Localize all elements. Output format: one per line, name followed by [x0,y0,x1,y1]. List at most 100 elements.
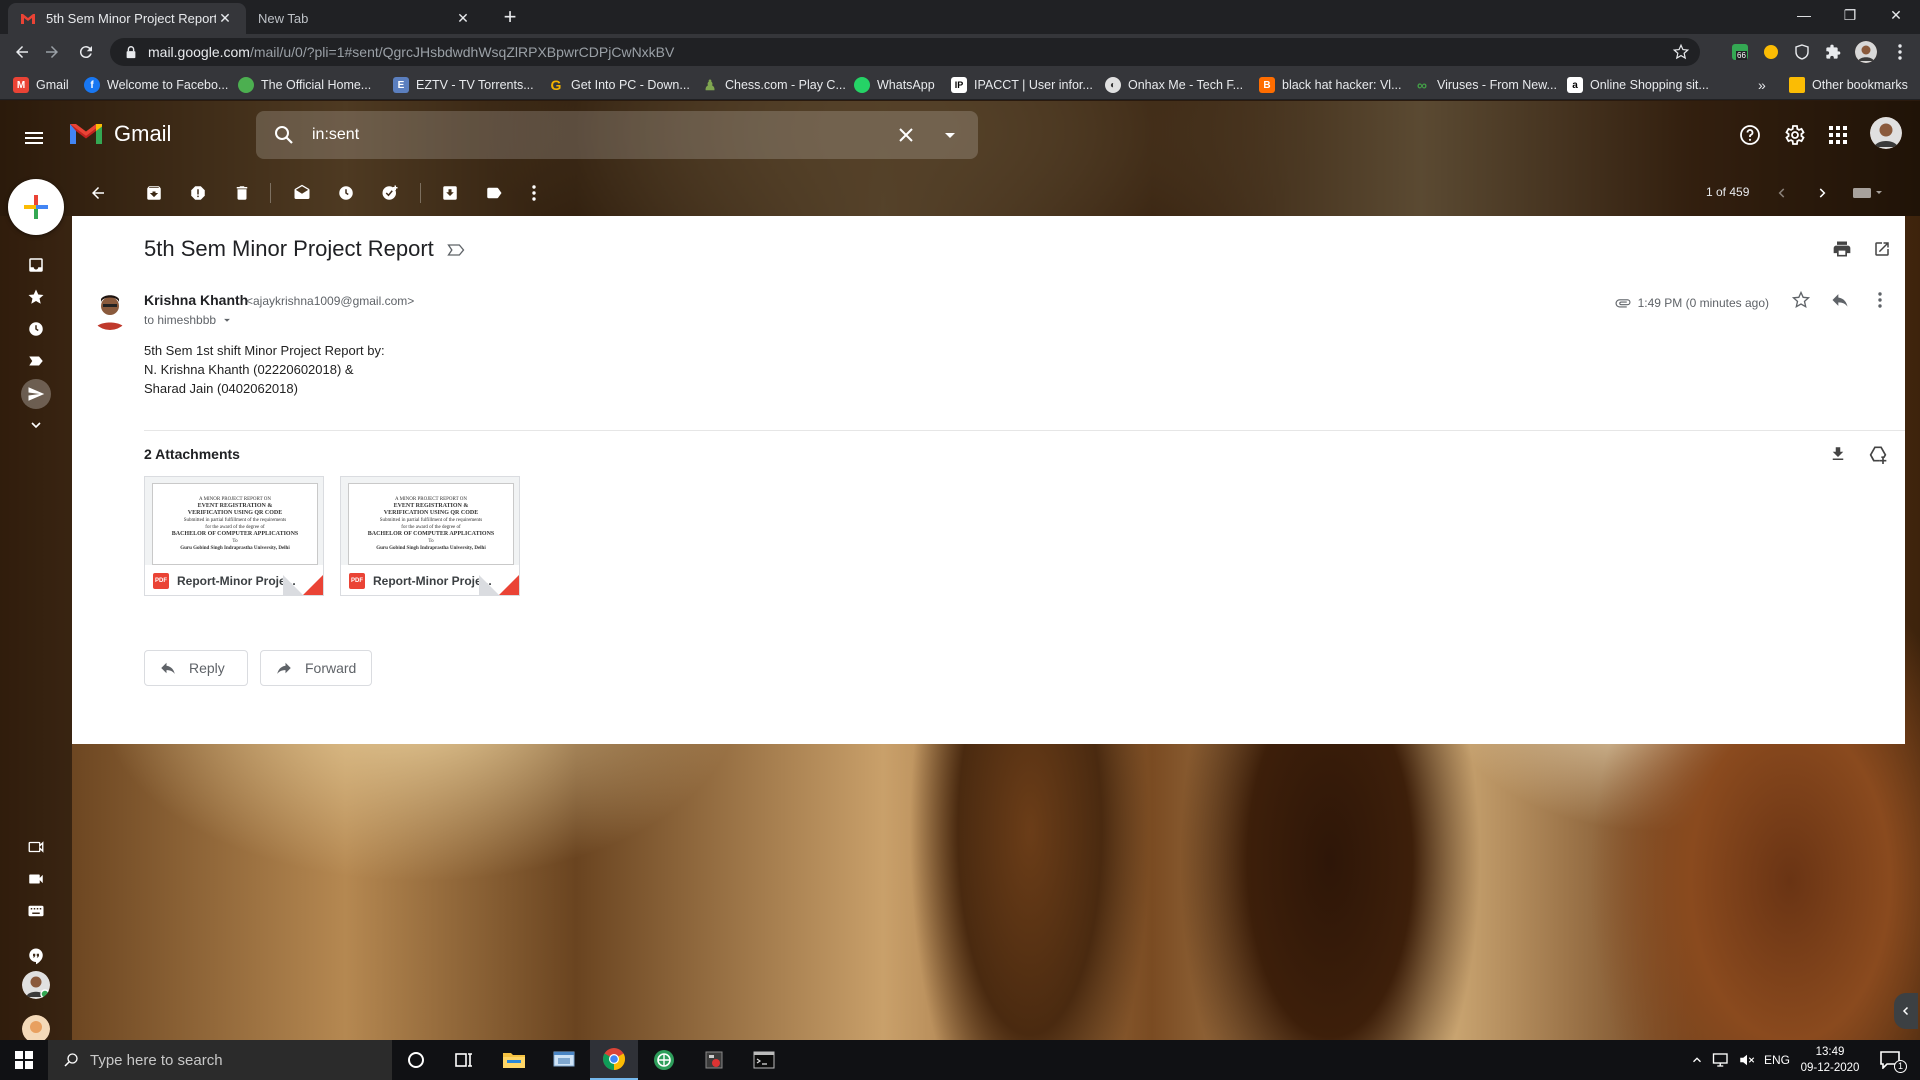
gmail-logo[interactable]: Gmail [68,120,171,148]
main-menu-button[interactable] [22,126,48,152]
bookmark-chess[interactable]: ♟ Chess.com - Play C... [702,76,846,94]
open-new-window-button[interactable] [1871,238,1893,260]
search-options-icon[interactable] [938,123,962,147]
close-tab-icon[interactable]: ✕ [454,10,472,28]
add-to-tasks-button[interactable] [378,181,402,205]
star-message-button[interactable] [1789,288,1813,312]
more-bookmarks-button[interactable]: » [1758,76,1766,94]
meet-new-meeting-button[interactable] [24,835,48,859]
move-to-button[interactable] [438,181,462,205]
archive-button[interactable] [142,181,166,205]
bookmark-star-icon[interactable] [1672,43,1690,61]
delete-button[interactable] [230,181,254,205]
compose-button[interactable] [8,179,64,235]
download-all-button[interactable] [1826,442,1850,466]
bookmark-official-home[interactable]: The Official Home... [238,76,371,94]
save-to-drive-button[interactable] [1866,442,1890,466]
print-all-button[interactable] [1831,238,1853,260]
cortana-button[interactable] [392,1040,440,1080]
tab-gmail[interactable]: 5th Sem Minor Project Report - a ✕ [8,3,246,34]
mark-unread-button[interactable] [290,181,314,205]
restore-button[interactable]: ❐ [1827,0,1873,30]
clear-search-icon[interactable] [894,123,918,147]
task-view-button[interactable] [440,1040,488,1080]
bookmark-viruses[interactable]: ∞ Viruses - From New... [1414,76,1557,94]
bookmark-facebook[interactable]: f Welcome to Facebo... [84,76,228,94]
hangouts-contact-avatar[interactable] [22,971,50,999]
shield-extension-icon[interactable] [1761,42,1781,62]
minimize-button[interactable]: — [1781,0,1827,30]
important-nav[interactable] [24,349,48,373]
extension-counter-icon[interactable]: 66 [1730,42,1750,62]
report-spam-button[interactable] [186,181,210,205]
network-icon[interactable] [1712,1052,1730,1068]
mail-search-bar[interactable]: in:sent [256,111,978,159]
bookmark-eztv[interactable]: E EZTV - TV Torrents... [393,76,534,94]
bookmark-getintopc[interactable]: G Get Into PC - Down... [548,76,690,94]
other-bookmarks-folder[interactable]: Other bookmarks [1789,76,1908,94]
profile-avatar[interactable] [1855,41,1877,63]
input-language[interactable]: ENG [1764,1053,1790,1067]
importance-marker-icon[interactable] [446,240,466,260]
show-details-icon[interactable] [220,313,234,327]
taskbar-search-box[interactable]: Type here to search [48,1040,392,1080]
apps-button[interactable] [1824,121,1852,149]
bookmark-whatsapp[interactable]: WhatsApp [854,76,935,94]
security-extension-icon[interactable] [1792,42,1812,62]
bookmark-shopping[interactable]: a Online Shopping sit... [1567,76,1709,94]
snooze-button[interactable] [334,181,358,205]
snoozed-nav[interactable] [24,317,48,341]
search-input[interactable]: in:sent [312,126,359,144]
close-window-button[interactable]: ✕ [1873,0,1919,30]
forward-button[interactable]: Forward [260,650,372,686]
terminal-button[interactable] [740,1040,788,1080]
attachment-card[interactable]: A MINOR PROJECT REPORT ON EVENT REGISTRA… [340,476,520,596]
message-more-button[interactable] [1868,288,1892,312]
back-button[interactable] [8,38,36,66]
bookmark-onhax[interactable]: ◐ Onhax Me - Tech F... [1105,76,1243,94]
sender-avatar[interactable] [90,290,130,330]
search-icon[interactable] [272,123,296,147]
meet-code-button[interactable] [24,899,48,923]
starred-nav[interactable] [24,285,48,309]
reply-icon-button[interactable] [1828,288,1852,312]
extensions-puzzle-icon[interactable] [1823,42,1843,62]
action-center-button[interactable]: 1 [1868,1040,1912,1080]
back-to-list-button[interactable] [86,181,110,205]
bookmark-gmail[interactable]: M Gmail [13,76,69,94]
volume-muted-icon[interactable] [1738,1052,1756,1068]
account-avatar[interactable] [1870,117,1902,149]
address-bar[interactable]: mail.google.com/mail/u/0/?pli=1#sent/Qgr… [110,38,1700,66]
input-tools-button[interactable] [1848,181,1888,205]
show-side-panel-button[interactable] [1894,993,1918,1029]
more-actions-button[interactable] [522,181,546,205]
browser-menu-icon[interactable] [1890,42,1910,62]
app-button[interactable] [640,1040,688,1080]
new-tab-button[interactable]: + [498,6,522,30]
reply-button[interactable]: Reply [144,650,248,686]
tab-new-tab[interactable]: New Tab ✕ [246,3,484,34]
app-button[interactable] [690,1040,738,1080]
file-explorer-button[interactable] [490,1040,538,1080]
attachment-card[interactable]: A MINOR PROJECT REPORT ON EVENT REGISTRA… [144,476,324,596]
inbox-nav[interactable] [24,253,48,277]
forward-button[interactable] [38,38,66,66]
hangouts-button[interactable] [24,944,48,968]
bookmark-ipacct[interactable]: IP IPACCT | User infor... [951,76,1093,94]
more-nav[interactable] [24,413,48,437]
labels-button[interactable] [482,181,506,205]
older-button[interactable] [1810,181,1834,205]
bookmark-blogger[interactable]: Bblack hat hacker: Vl... [1259,76,1402,94]
meet-join-button[interactable] [24,867,48,891]
chrome-taskbar-button[interactable] [590,1040,638,1080]
newer-button[interactable] [1770,181,1794,205]
help-button[interactable] [1736,121,1764,149]
app-button[interactable] [540,1040,588,1080]
start-button[interactable] [0,1040,48,1080]
chevron-up-icon[interactable] [1690,1053,1704,1067]
taskbar-clock[interactable]: 13:49 09-12-2020 [1798,1044,1862,1076]
reload-button[interactable] [72,38,100,66]
sent-nav[interactable] [21,379,51,409]
recipient-line[interactable]: to himeshbbb [144,313,234,327]
hangouts-contact-avatar[interactable] [22,1015,50,1040]
